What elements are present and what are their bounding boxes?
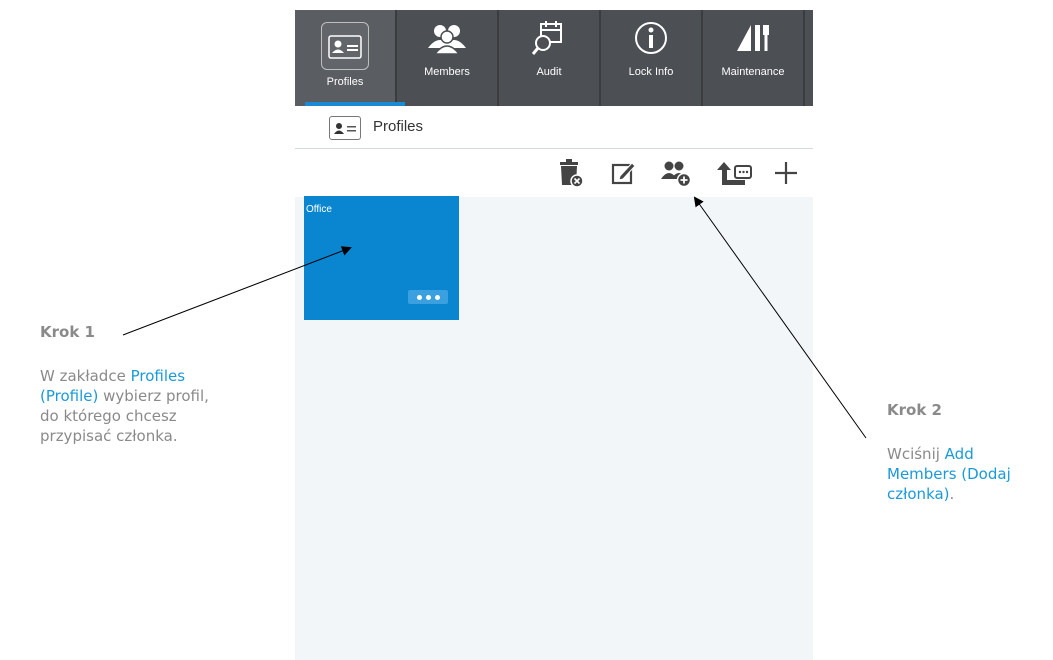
step-2-arrow: [693, 196, 867, 439]
step-1-arrow: [122, 246, 352, 336]
callout-arrows: [122, 196, 867, 439]
